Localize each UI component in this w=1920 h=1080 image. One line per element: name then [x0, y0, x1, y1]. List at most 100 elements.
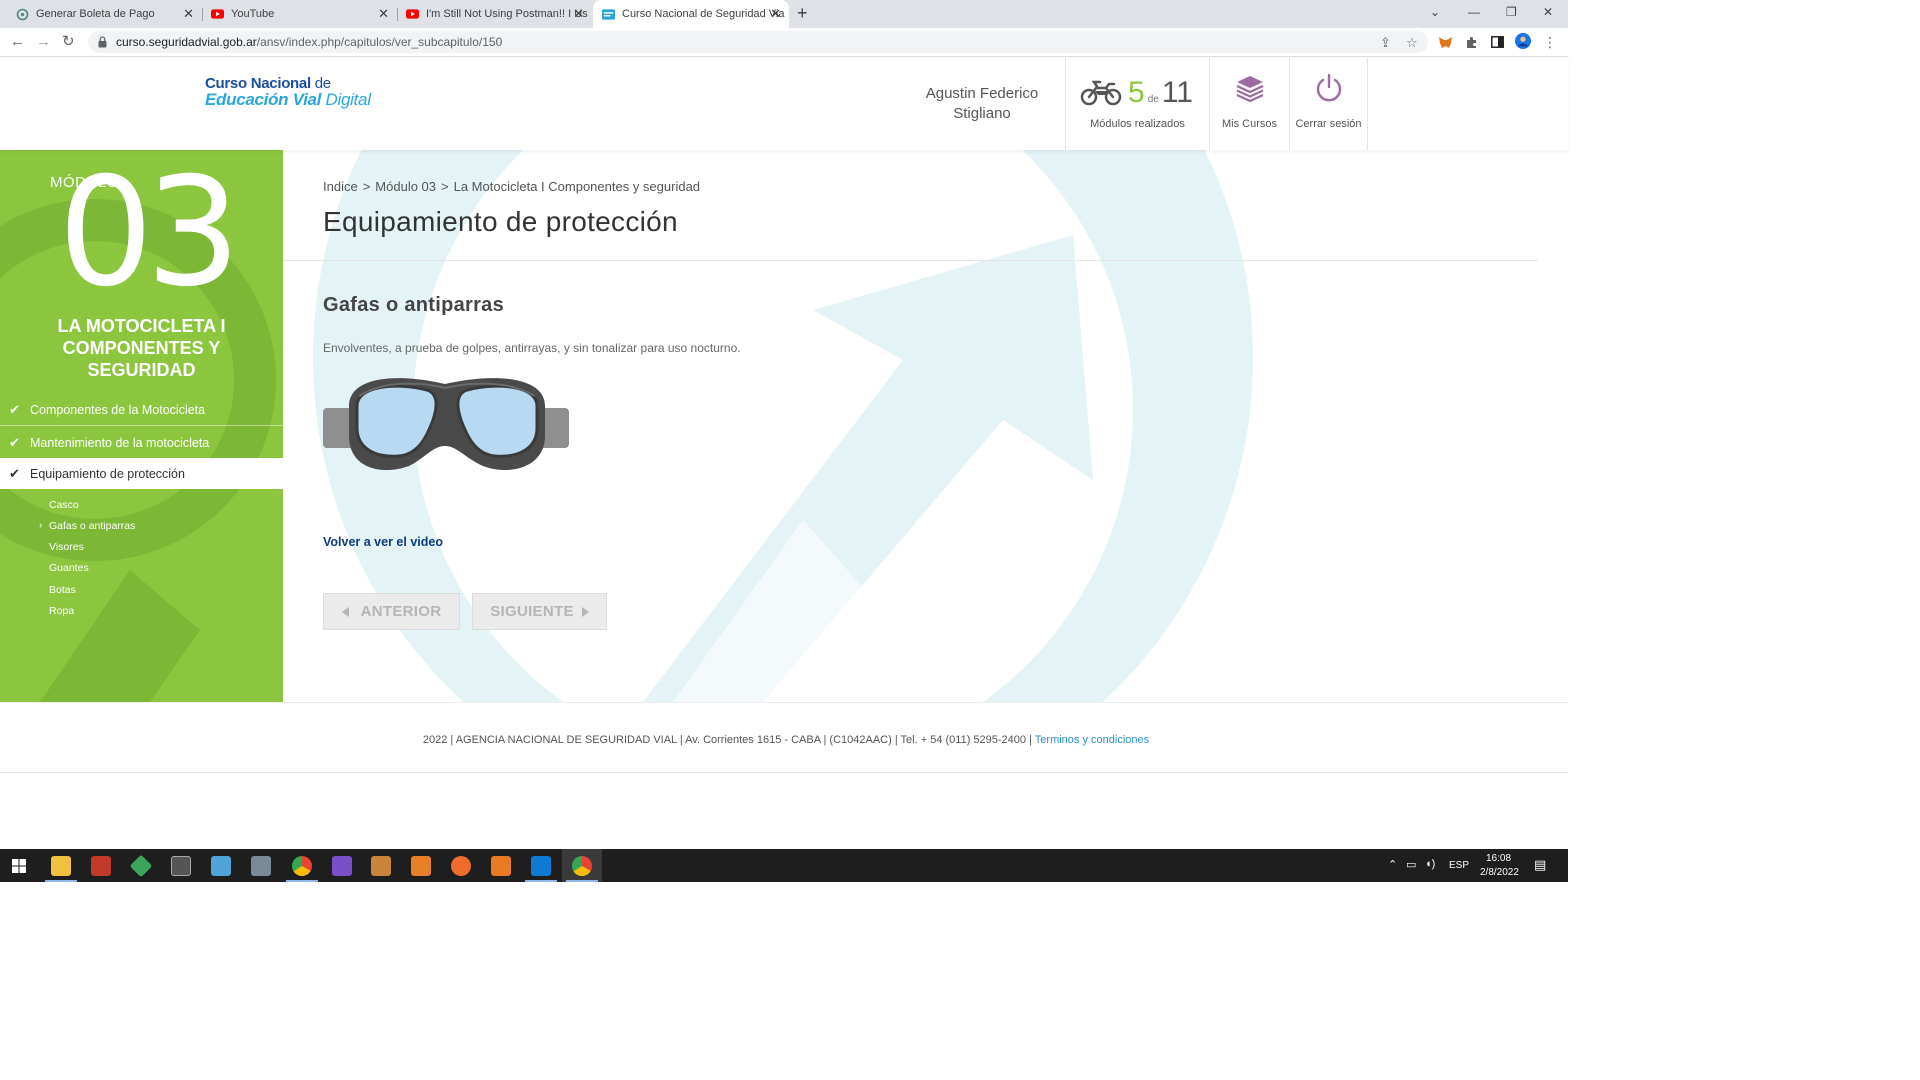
metamask-icon[interactable]	[1437, 34, 1453, 50]
chrome-icon[interactable]	[572, 856, 592, 876]
tab-title: I'm Still Not Using Postman!! I Us	[426, 8, 588, 20]
side-panel-icon[interactable]	[1489, 34, 1505, 50]
section-title: Gafas o antiparras	[323, 294, 505, 316]
subchapter-item[interactable]: Guantes	[0, 562, 283, 574]
share-icon[interactable]: ⇪	[1380, 36, 1391, 49]
visual-studio-icon[interactable]	[332, 856, 352, 876]
subchapter-label: Ropa	[49, 605, 75, 617]
chapter-label: Equipamiento de protección	[30, 466, 185, 481]
chapter-item[interactable]: ✔ Mantenimiento de la motocicleta	[0, 427, 283, 458]
calculator-icon[interactable]	[251, 856, 271, 876]
subchapter-item[interactable]: Botas	[0, 584, 283, 596]
clock-date[interactable]: 2/8/2022	[1480, 867, 1519, 878]
new-tab-icon[interactable]: +	[797, 4, 808, 22]
taskbar-indicator	[566, 880, 598, 882]
my-courses-label: Mis Cursos	[1221, 118, 1277, 130]
browser-toolbar: ← → ↻ curso.seguridadvial.gob.ar/ansv/in…	[0, 28, 1568, 57]
git-tool-icon[interactable]	[129, 854, 153, 878]
breadcrumb-chapter-link[interactable]: La Motocicleta I Componentes y seguridad	[454, 179, 700, 194]
chrome-icon[interactable]	[292, 856, 312, 876]
file-explorer-icon[interactable]	[51, 856, 71, 876]
notes-app-icon[interactable]	[211, 856, 231, 876]
back-icon[interactable]: ←	[10, 33, 25, 51]
breadcrumb-separator: >	[362, 179, 371, 194]
clock-time[interactable]: 16:08	[1486, 853, 1511, 864]
close-tab-icon[interactable]: ✕	[378, 7, 389, 20]
browser-tab[interactable]: I'm Still Not Using Postman!! I Us ✕	[390, 0, 592, 28]
modules-total-count: 11	[1161, 76, 1193, 109]
bookmark-star-icon[interactable]: ☆	[1406, 36, 1418, 49]
previous-label: ANTERIOR	[360, 603, 442, 620]
address-bar[interactable]: curso.seguridadvial.gob.ar/ansv/index.ph…	[88, 31, 1428, 53]
language-indicator[interactable]: ESP	[1449, 860, 1469, 871]
browser-tab-active[interactable]: Curso Nacional de Seguridad Via ✕	[593, 0, 789, 28]
modules-caption: Módulos realizados	[1090, 118, 1185, 130]
books-stack-icon	[1234, 73, 1266, 110]
logout-button[interactable]: Cerrar sesión	[1289, 58, 1368, 150]
my-courses-button[interactable]: Mis Cursos	[1209, 58, 1289, 150]
network-icon[interactable]: ▭	[1406, 858, 1416, 871]
forward-icon[interactable]: →	[36, 33, 51, 51]
motorcycle-icon	[1080, 78, 1122, 111]
agency-icon	[16, 8, 29, 21]
minimize-icon[interactable]: —	[1468, 5, 1480, 19]
close-tab-icon[interactable]: ✕	[183, 7, 194, 20]
terminal-icon[interactable]	[171, 856, 191, 876]
module-title: LA MOTOCICLETA I COMPONENTES Y SEGURIDAD	[57, 316, 226, 380]
tray-chevron-icon[interactable]: ⌃	[1388, 858, 1397, 871]
breadcrumb-module-link[interactable]: Módulo 03	[375, 179, 436, 194]
subchapter-item-current[interactable]: › Gafas o antiparras	[0, 520, 283, 532]
divider	[283, 260, 1538, 261]
browser-tab[interactable]: YouTube ✕	[195, 0, 397, 28]
subchapter-label: Casco	[49, 499, 79, 511]
profile-avatar-icon[interactable]	[1515, 33, 1531, 49]
breadcrumb-index-link[interactable]: Indice	[323, 179, 358, 194]
previous-button[interactable]: ANTERIOR	[323, 593, 460, 630]
terms-link[interactable]: Terminos y condiciones	[1035, 734, 1149, 746]
tab-search-icon[interactable]: ⌄	[1430, 5, 1440, 19]
subchapter-item[interactable]: Casco	[0, 499, 283, 511]
xampp-icon[interactable]	[491, 856, 511, 876]
breadcrumb: Indice > Módulo 03 > La Motocicleta I Compon…	[323, 179, 700, 194]
site-footer: 2022 | AGENCIA NACIONAL DE SEGURIDAD VIA…	[0, 702, 1568, 773]
subchapter-label: Gafas o antiparras	[49, 520, 136, 532]
modules-done-count: 5	[1128, 76, 1145, 109]
package-box-icon[interactable]	[371, 856, 391, 876]
subchapter-item[interactable]: Ropa	[0, 605, 283, 617]
breadcrumb-separator: >	[441, 179, 449, 194]
close-tab-icon[interactable]: ✕	[770, 7, 781, 20]
browser-menu-icon[interactable]: ⋮	[1542, 34, 1558, 50]
vscode-icon[interactable]	[531, 856, 551, 876]
check-icon: ✔	[9, 434, 20, 450]
chapter-label: Componentes de la Motocicleta	[30, 403, 206, 417]
close-window-icon[interactable]: ✕	[1543, 5, 1553, 19]
reload-icon[interactable]: ↻	[62, 33, 75, 51]
volume-icon[interactable]: ◖)	[1425, 858, 1435, 870]
module-sidebar: MÓDULO 03 LA MOTOCICLETA I COMPONENTES Y…	[0, 150, 283, 702]
tab-title: Generar Boleta de Pago	[36, 8, 155, 20]
windows-taskbar: ⌃ ▭ ◖) ESP 16:08 2/8/2022 ▤	[0, 849, 1568, 882]
sublime-text-icon[interactable]	[411, 856, 431, 876]
next-button[interactable]: SIGUIENTE	[472, 593, 607, 630]
filezilla-icon[interactable]	[91, 856, 111, 876]
taskbar-indicator	[525, 880, 557, 882]
check-icon: ✔	[9, 465, 20, 481]
tab-title: YouTube	[231, 8, 275, 20]
module-number: 03	[58, 150, 241, 320]
section-description: Envolventes, a prueba de golpes, antirra…	[323, 341, 741, 355]
browser-tab[interactable]: Generar Boleta de Pago ✕	[0, 0, 202, 28]
windows-start-icon[interactable]	[12, 859, 26, 878]
chapter-item-active[interactable]: ✔ Equipamiento de protección	[0, 458, 283, 489]
postman-icon[interactable]	[451, 856, 471, 876]
rewatch-video-link[interactable]: Volver a ver el video	[323, 535, 443, 549]
close-tab-icon[interactable]: ✕	[573, 7, 584, 20]
extensions-icon[interactable]	[1463, 34, 1479, 50]
notifications-icon[interactable]: ▤	[1534, 857, 1546, 873]
chapter-item[interactable]: ✔ Componentes de la Motocicleta	[0, 395, 283, 426]
chapter-label: Mantenimiento de la motocicleta	[30, 435, 210, 450]
url-text: curso.seguridadvial.gob.ar/ansv/index.ph…	[116, 35, 503, 49]
tab-title: Curso Nacional de Seguridad Via	[622, 8, 785, 20]
restore-icon[interactable]: ❐	[1506, 5, 1517, 19]
subchapter-item[interactable]: Visores	[0, 541, 283, 553]
site-logo[interactable]: Curso Nacional de Educación Vial Digital	[205, 76, 371, 109]
